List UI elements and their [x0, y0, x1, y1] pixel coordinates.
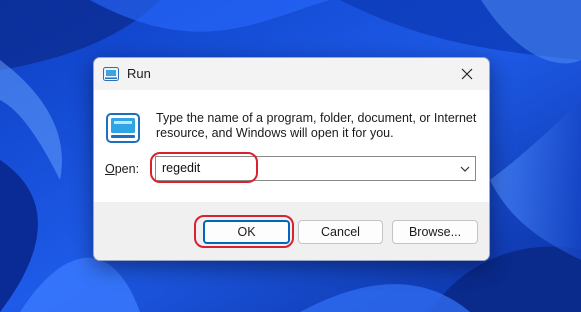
- browse-button[interactable]: Browse...: [392, 220, 478, 244]
- run-dialog: Run Type the name of a program, folder, …: [93, 57, 490, 261]
- open-label-text: pen:: [114, 162, 140, 176]
- cancel-button[interactable]: Cancel: [298, 220, 383, 244]
- dialog-title: Run: [127, 66, 151, 81]
- close-icon: [461, 68, 473, 80]
- dialog-content: Type the name of a program, folder, docu…: [94, 90, 489, 202]
- chevron-down-icon[interactable]: [459, 164, 471, 174]
- run-program-icon: [106, 113, 140, 143]
- close-button[interactable]: [445, 58, 489, 90]
- run-icon: [103, 67, 119, 81]
- open-label-accelerator: O: [105, 162, 115, 176]
- open-label: Open:: [105, 162, 139, 176]
- instruction-text: Type the name of a program, folder, docu…: [156, 111, 477, 140]
- title-bar[interactable]: Run: [94, 58, 489, 90]
- open-input[interactable]: regedit: [162, 161, 200, 175]
- open-combobox[interactable]: regedit: [155, 156, 476, 181]
- button-bar: OK Cancel Browse...: [94, 202, 489, 260]
- ok-button[interactable]: OK: [203, 220, 290, 244]
